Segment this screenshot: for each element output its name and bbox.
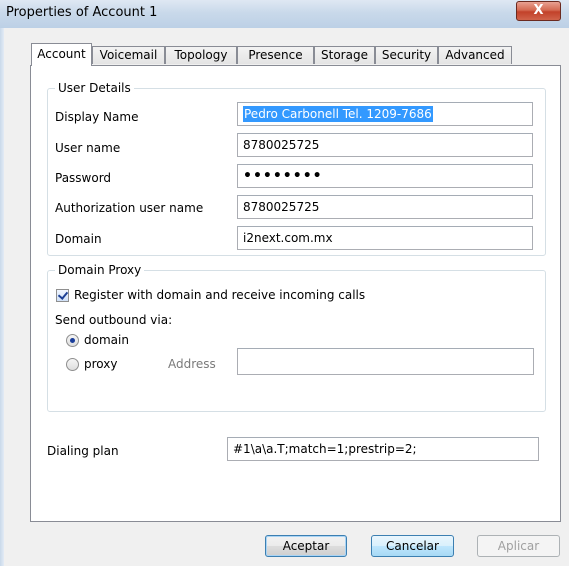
cancel-button[interactable]: Cancelar <box>371 535 454 557</box>
radio-proxy-label[interactable]: proxy <box>84 357 117 371</box>
tab-presence[interactable]: Presence <box>237 46 314 64</box>
display-name-value: Pedro Carbonell Tel. 1209-7686 <box>243 106 433 122</box>
auth-user-name-input[interactable]: 8780025725 <box>237 195 533 219</box>
tab-storage[interactable]: Storage <box>314 46 375 64</box>
properties-dialog: Properties of Account 1 X Account Voicem… <box>0 0 569 566</box>
apply-button[interactable]: Aplicar <box>477 535 560 557</box>
close-icon[interactable]: X <box>516 1 561 21</box>
radio-proxy[interactable] <box>66 358 79 371</box>
tab-voicemail[interactable]: Voicemail <box>92 46 165 64</box>
radio-domain-label[interactable]: domain <box>84 333 129 347</box>
address-input[interactable] <box>237 348 534 375</box>
accept-button[interactable]: Aceptar <box>265 535 347 557</box>
user-details-legend: User Details <box>55 81 134 95</box>
send-outbound-label: Send outbound via: <box>55 313 173 327</box>
radio-domain[interactable] <box>66 334 79 347</box>
tab-topology[interactable]: Topology <box>165 46 237 64</box>
domain-input[interactable]: i2next.com.mx <box>237 226 533 250</box>
display-name-input[interactable]: Pedro Carbonell Tel. 1209-7686 <box>237 102 533 126</box>
account-tab-panel: User Details Display Name Pedro Carbonel… <box>30 65 561 522</box>
dialing-plan-label: Dialing plan <box>47 444 119 458</box>
domain-proxy-legend: Domain Proxy <box>55 263 145 277</box>
user-name-label: User name <box>55 141 121 155</box>
tab-security[interactable]: Security <box>375 46 438 64</box>
tab-advanced[interactable]: Advanced <box>438 46 512 64</box>
window-frame <box>0 28 4 566</box>
register-label[interactable]: Register with domain and receive incomin… <box>74 288 365 302</box>
display-name-label: Display Name <box>55 110 139 124</box>
dialing-plan-input[interactable]: #1\a\a.T;match=1;prestrip=2; <box>227 437 539 461</box>
auth-user-name-label: Authorization user name <box>55 201 204 215</box>
tab-account[interactable]: Account <box>31 43 92 66</box>
password-label: Password <box>55 171 112 185</box>
password-input[interactable]: •••••••• <box>237 164 533 188</box>
user-name-input[interactable]: 8780025725 <box>237 133 533 157</box>
domain-label: Domain <box>55 232 102 246</box>
register-checkbox[interactable] <box>56 289 69 302</box>
address-label: Address <box>168 357 216 371</box>
window-title: Properties of Account 1 <box>6 5 158 20</box>
title-bar[interactable]: Properties of Account 1 X <box>0 0 569 28</box>
